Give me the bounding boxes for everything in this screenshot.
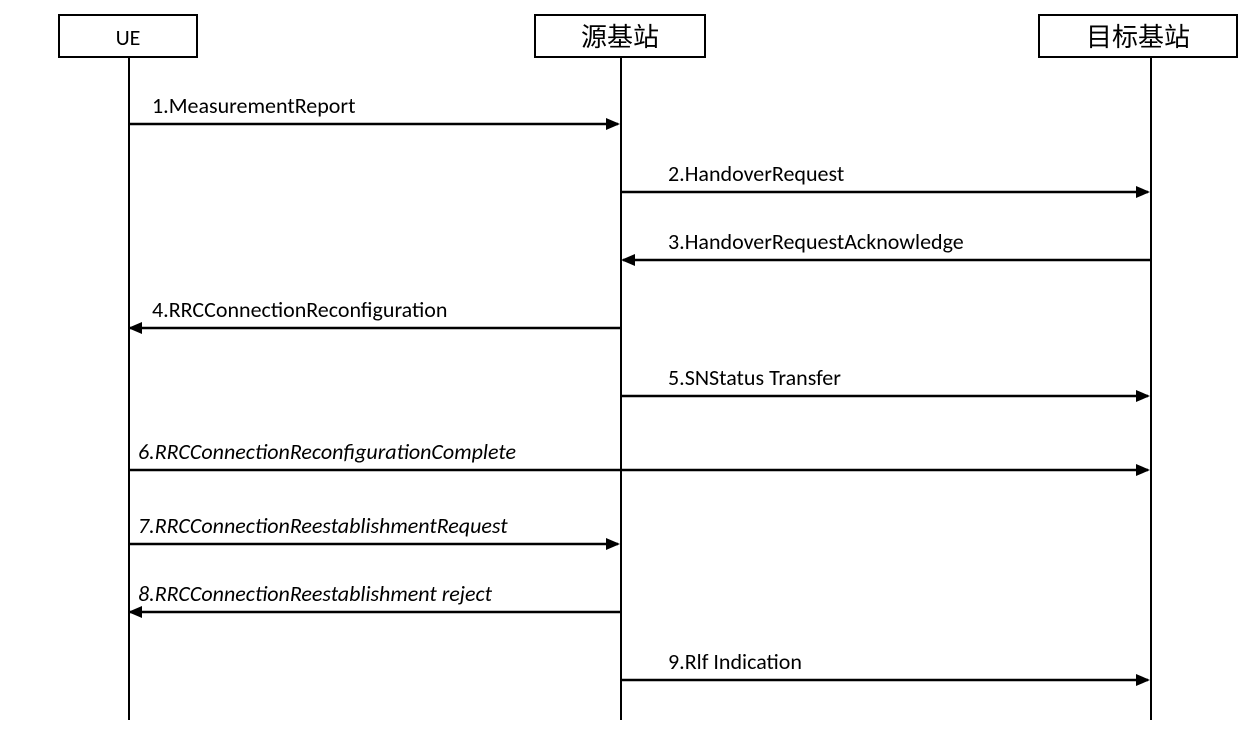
text-m4: 4.RRCConnectionReconfiguration	[152, 296, 447, 323]
lifeline-source	[620, 58, 622, 720]
text-m1: 1.MeasurementReport	[152, 92, 355, 119]
lifeline-ue	[128, 58, 130, 720]
text-m8: 8.RRCConnectionReestablishment reject	[138, 580, 492, 607]
actor-ue: UE	[58, 14, 198, 58]
sequence-diagram: { "actors": { "ue": "UE", "source_bs": "…	[0, 0, 1240, 729]
text-m9: 9.Rlf Indication	[668, 648, 802, 675]
text-m6: 6.RRCConnectionReconfigurationComplete	[138, 438, 516, 465]
text-m5: 5.SNStatus Transfer	[668, 364, 841, 391]
actor-source-base-station: 源基站	[534, 14, 706, 58]
text-m2: 2.HandoverRequest	[668, 160, 844, 187]
text-m7: 7.RRCConnectionReestablishmentRequest	[138, 512, 508, 539]
text-m3: 3.HandoverRequestAcknowledge	[668, 228, 964, 255]
lifeline-target	[1150, 58, 1152, 720]
actor-target-base-station: 目标基站	[1038, 14, 1238, 58]
